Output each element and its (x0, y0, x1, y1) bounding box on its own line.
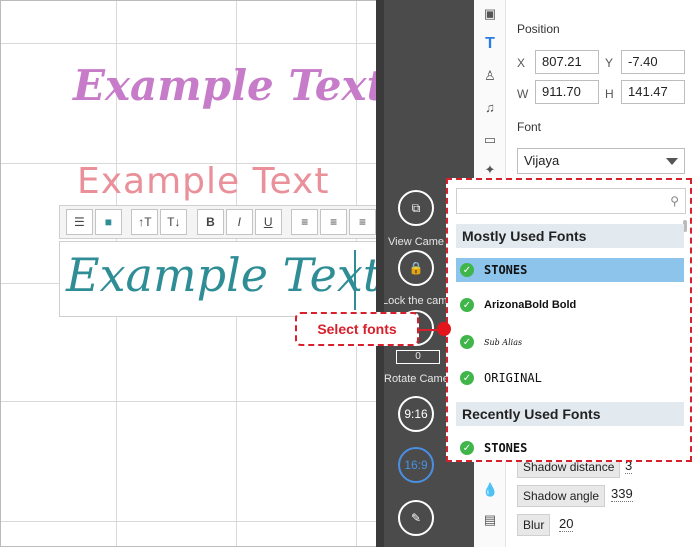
blur-label: Blur (517, 514, 551, 536)
font-option[interactable]: ✓ ORIGINAL (456, 366, 684, 390)
y-input[interactable]: -7.40 (621, 50, 685, 74)
search-icon: ⚲ (670, 194, 679, 208)
increase-font-size-icon[interactable]: ↑T (131, 209, 159, 235)
align-left-icon[interactable]: ≡ (291, 209, 319, 235)
callout-connector (419, 329, 439, 331)
font-option[interactable]: ✓ STONES (456, 258, 684, 282)
x-input[interactable]: 807.21 (535, 50, 599, 74)
toolbar-divider (376, 0, 384, 547)
check-icon: ✓ (460, 335, 474, 349)
editing-canvas[interactable]: Example Text Example Text ☰ ■ ↑T T↓ B I … (0, 0, 376, 547)
align-right-icon[interactable]: ≡ (349, 209, 376, 235)
lock-camera-icon[interactable]: 🔒 (398, 250, 434, 286)
ratio-16-9-button[interactable]: 16:9 (398, 447, 434, 483)
font-search-input[interactable]: ⚲ (456, 188, 686, 214)
w-tag: W (517, 87, 529, 101)
font-option-label: ORIGINAL (484, 371, 542, 385)
check-icon: ✓ (460, 371, 474, 385)
font-select-value: Vijaya (524, 153, 560, 168)
drop-icon[interactable]: 💧 (482, 482, 498, 498)
position-label: Position (517, 22, 560, 36)
font-label: Font (517, 120, 542, 134)
check-icon: ✓ (460, 263, 474, 277)
speech-bubble-icon[interactable]: ▭ (482, 132, 498, 148)
x-tag: X (517, 56, 526, 70)
text-icon[interactable]: T (482, 36, 498, 52)
music-icon[interactable]: ♫ (482, 100, 498, 116)
font-option[interactable]: ✓ ArizonaBold Bold (456, 293, 684, 317)
w-input[interactable]: 911.70 (535, 80, 599, 104)
font-option-label: ArizonaBold Bold (484, 299, 577, 311)
text-format-toolbar: ☰ ■ ↑T T↓ B I U ≡ ≡ ≡ (59, 205, 376, 239)
font-option[interactable]: ✓ Sub Alias (456, 330, 684, 354)
chevron-down-icon (666, 158, 678, 165)
list-icon[interactable]: ☰ (66, 209, 93, 235)
font-option[interactable]: ✓ STONES (456, 436, 684, 460)
sample-text-purple[interactable]: Example Text (73, 61, 376, 110)
sample-text-teal[interactable]: Example Text (66, 248, 376, 302)
h-input[interactable]: 141.47 (621, 80, 685, 104)
italic-icon[interactable]: I (225, 209, 253, 235)
check-icon: ✓ (460, 298, 474, 312)
ratio-9-16-button[interactable]: 9:16 (398, 396, 434, 432)
bold-icon[interactable]: B (196, 209, 224, 235)
font-option-label: STONES (484, 263, 528, 277)
blur-value[interactable]: 20 (559, 516, 574, 532)
character-icon[interactable]: ♙ (482, 68, 498, 84)
layer-icon[interactable]: ▤ (482, 512, 498, 528)
edit-icon[interactable]: ✎ (398, 500, 434, 536)
check-icon: ✓ (460, 441, 474, 455)
rotate-value[interactable]: 0 (396, 350, 440, 364)
mostly-used-heading: Mostly Used Fonts (456, 224, 684, 248)
recently-used-heading: Recently Used Fonts (456, 402, 684, 426)
rotate-camera-label: Rotate Came (384, 373, 449, 385)
sample-text-pink[interactable]: Example Text (77, 161, 329, 202)
align-center-icon[interactable]: ≡ (320, 209, 348, 235)
lock-camera-label: Lock the cam (382, 295, 448, 307)
image-icon[interactable]: ▣ (482, 6, 498, 22)
text-caret (354, 250, 356, 310)
shadow-angle-value[interactable]: 339 (611, 486, 633, 502)
font-option-label: Sub Alias (484, 337, 523, 347)
select-fonts-callout: Select fonts (295, 312, 419, 346)
color-fill-icon[interactable]: ■ (94, 209, 122, 235)
grid-line (1, 401, 376, 402)
view-camera-label: View Came (388, 236, 445, 248)
font-dropdown: ⚲ Mostly Used Fonts ✓ STONES ✓ ArizonaBo… (446, 178, 692, 462)
callout-dot (437, 322, 451, 336)
grid-line (1, 521, 376, 522)
text-edit-box[interactable]: Example Text (59, 241, 376, 317)
view-camera-icon[interactable]: ⧉ (398, 190, 434, 226)
grid-line (1, 43, 376, 44)
h-tag: H (605, 87, 614, 101)
underline-icon[interactable]: U (254, 209, 282, 235)
effects-icon[interactable]: ✦ (482, 162, 498, 178)
font-option-label: STONES (484, 441, 528, 455)
font-select[interactable]: Vijaya (517, 148, 685, 174)
y-tag: Y (605, 56, 614, 70)
decrease-font-size-icon[interactable]: T↓ (160, 209, 188, 235)
shadow-angle-label: Shadow angle (517, 485, 606, 507)
